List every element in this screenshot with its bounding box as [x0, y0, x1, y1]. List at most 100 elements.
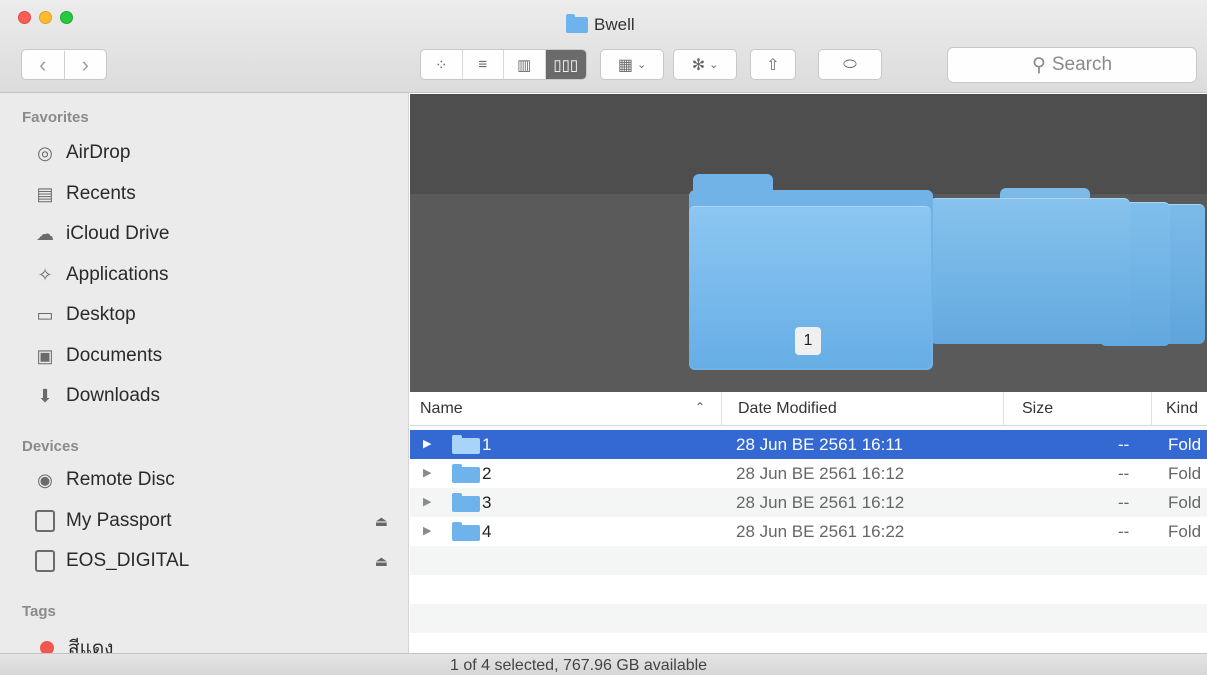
column-header-label: Name	[420, 400, 463, 417]
sidebar-item-label: Remote Disc	[66, 469, 175, 490]
grid-icon: ▦	[617, 56, 633, 74]
row-size: --	[1118, 493, 1130, 512]
row-size: --	[1118, 435, 1130, 454]
column-header-date-modified[interactable]: Date Modified	[721, 392, 1003, 426]
sort-ascending-icon: ⌃	[695, 400, 706, 414]
airdrop-icon: ◎	[37, 142, 53, 163]
chevron-down-icon: ⌄	[709, 59, 719, 71]
gear-icon: ✻	[691, 56, 706, 74]
cloud-icon: ☁	[36, 223, 54, 244]
applications-icon: ✧	[37, 264, 53, 285]
chevron-right-icon[interactable]: ›	[63, 50, 107, 79]
folder-icon	[452, 522, 480, 541]
row-size: --	[1118, 464, 1130, 483]
window-controls	[18, 11, 73, 24]
row-kind: Fold	[1168, 464, 1202, 483]
table-row[interactable]: ▶ 1 28 Jun BE 2561 16:11 -- Fold	[410, 430, 1207, 459]
sidebar-item-downloads[interactable]: ⬇ Downloads	[34, 381, 394, 411]
drive-icon	[34, 550, 56, 572]
table-row[interactable]: ▶ 2 28 Jun BE 2561 16:12 -- Fold	[410, 459, 1207, 488]
sidebar-item-label: My Passport	[66, 510, 172, 531]
share-button[interactable]: ⇧	[750, 49, 796, 80]
sidebar-item-label: iCloud Drive	[66, 223, 170, 244]
disclosure-triangle-icon[interactable]: ▶	[423, 495, 431, 508]
row-size: --	[1118, 522, 1130, 541]
eject-icon[interactable]: ⏏	[375, 513, 388, 530]
close-window-button[interactable]	[18, 11, 31, 24]
chevron-left-icon[interactable]: ‹	[22, 51, 64, 79]
share-icon: ⇧	[766, 56, 780, 74]
sidebar-item-eos-digital[interactable]: EOS_DIGITAL ⏏	[34, 546, 394, 576]
drive-icon	[34, 510, 56, 532]
row-name: 3	[482, 493, 492, 512]
row-date-modified: 28 Jun BE 2561 16:22	[736, 522, 905, 541]
desktop-icon: ▭	[36, 304, 54, 325]
cover-folder-back-2[interactable]	[930, 188, 1130, 344]
minimize-window-button[interactable]	[39, 11, 52, 24]
folder-icon	[452, 435, 480, 454]
table-row[interactable]: ▶ 3 28 Jun BE 2561 16:12 -- Fold	[410, 488, 1207, 517]
sidebar-item-my-passport[interactable]: My Passport ⏏	[34, 506, 394, 536]
chevron-down-icon: ⌄	[636, 59, 647, 71]
sidebar-item-icloud-drive[interactable]: ☁ iCloud Drive	[34, 219, 394, 249]
disclosure-triangle-icon[interactable]: ▶	[423, 524, 431, 537]
column-header-name[interactable]: Name ⌃	[410, 392, 721, 426]
file-list: Name ⌃ Date Modified Size Kind ▶ 1 28 Ju…	[410, 392, 1207, 653]
disclosure-triangle-icon[interactable]: ▶	[423, 437, 431, 450]
sidebar-item-label: Downloads	[66, 385, 160, 406]
zoom-window-button[interactable]	[60, 11, 73, 24]
sidebar-item-applications[interactable]: ✧ Applications	[34, 260, 394, 290]
column-header-kind[interactable]: Kind	[1151, 392, 1207, 426]
column-header-label: Kind	[1166, 400, 1199, 417]
sidebar-item-label: Documents	[66, 345, 163, 366]
folder-icon	[452, 493, 480, 512]
edit-tags-button[interactable]: ⬭	[818, 49, 882, 80]
recents-icon: ▤	[36, 183, 54, 204]
sidebar-item-recents[interactable]: ▤ Recents	[34, 179, 394, 209]
status-bar: 1 of 4 selected, 767.96 GB available	[0, 653, 1207, 675]
column-view-button[interactable]: ▥	[503, 50, 545, 79]
disclosure-triangle-icon[interactable]: ▶	[423, 466, 431, 479]
icon-view-button[interactable]: ⁘	[421, 50, 462, 79]
action-button[interactable]: ✻ ⌄	[673, 49, 737, 80]
sidebar-item-label: EOS_DIGITAL	[66, 550, 190, 571]
row-kind: Fold	[1168, 522, 1202, 541]
sidebar-item-remote-disc[interactable]: ◉ Remote Disc	[34, 465, 394, 495]
back-forward-group: ‹ ›	[21, 49, 107, 80]
table-row[interactable]: ▶ 4 28 Jun BE 2561 16:22 -- Fold	[410, 517, 1207, 546]
disc-icon: ◉	[37, 469, 53, 490]
row-date-modified: 28 Jun BE 2561 16:11	[736, 435, 903, 454]
eject-icon[interactable]: ⏏	[375, 553, 388, 570]
row-date-modified: 28 Jun BE 2561 16:12	[736, 464, 905, 483]
column-header-size[interactable]: Size	[1003, 392, 1151, 426]
tag-icon: ⬭	[843, 55, 857, 73]
favorites-heading: Favorites	[22, 109, 89, 126]
devices-heading: Devices	[22, 438, 79, 455]
downloads-icon: ⬇	[37, 385, 53, 406]
arrange-button[interactable]: ▦ ⌄	[600, 49, 664, 80]
folder-icon	[566, 14, 588, 33]
empty-row	[410, 604, 1207, 633]
sidebar-item-label: Applications	[66, 264, 169, 285]
documents-icon: ▣	[36, 345, 54, 366]
view-mode-group: ⁘ ≡ ▥ ▯▯▯	[420, 49, 587, 80]
tags-heading: Tags	[22, 603, 56, 620]
cover-flow-pane[interactable]: 1	[410, 94, 1207, 392]
row-name: 4	[482, 522, 492, 541]
sidebar: Favorites ◎ AirDrop ▤ Recents ☁ iCloud D…	[0, 93, 409, 659]
row-name: 2	[482, 464, 492, 483]
row-kind: Fold	[1168, 493, 1202, 512]
sidebar-item-airdrop[interactable]: ◎ AirDrop	[34, 138, 394, 168]
cover-flow-view-button[interactable]: ▯▯▯	[544, 50, 586, 79]
empty-row	[410, 546, 1207, 575]
search-icon: ⚲	[1031, 54, 1046, 76]
folder-icon	[452, 464, 480, 483]
search-placeholder: Search	[1051, 54, 1113, 75]
sidebar-item-documents[interactable]: ▣ Documents	[34, 341, 394, 371]
sidebar-item-desktop[interactable]: ▭ Desktop	[34, 300, 394, 330]
list-view-button[interactable]: ≡	[461, 50, 504, 79]
row-name: 1	[482, 435, 492, 454]
search-field[interactable]: ⚲ Search	[947, 47, 1197, 83]
window-title: Bwell	[566, 14, 635, 35]
sidebar-item-label: Desktop	[66, 304, 136, 325]
